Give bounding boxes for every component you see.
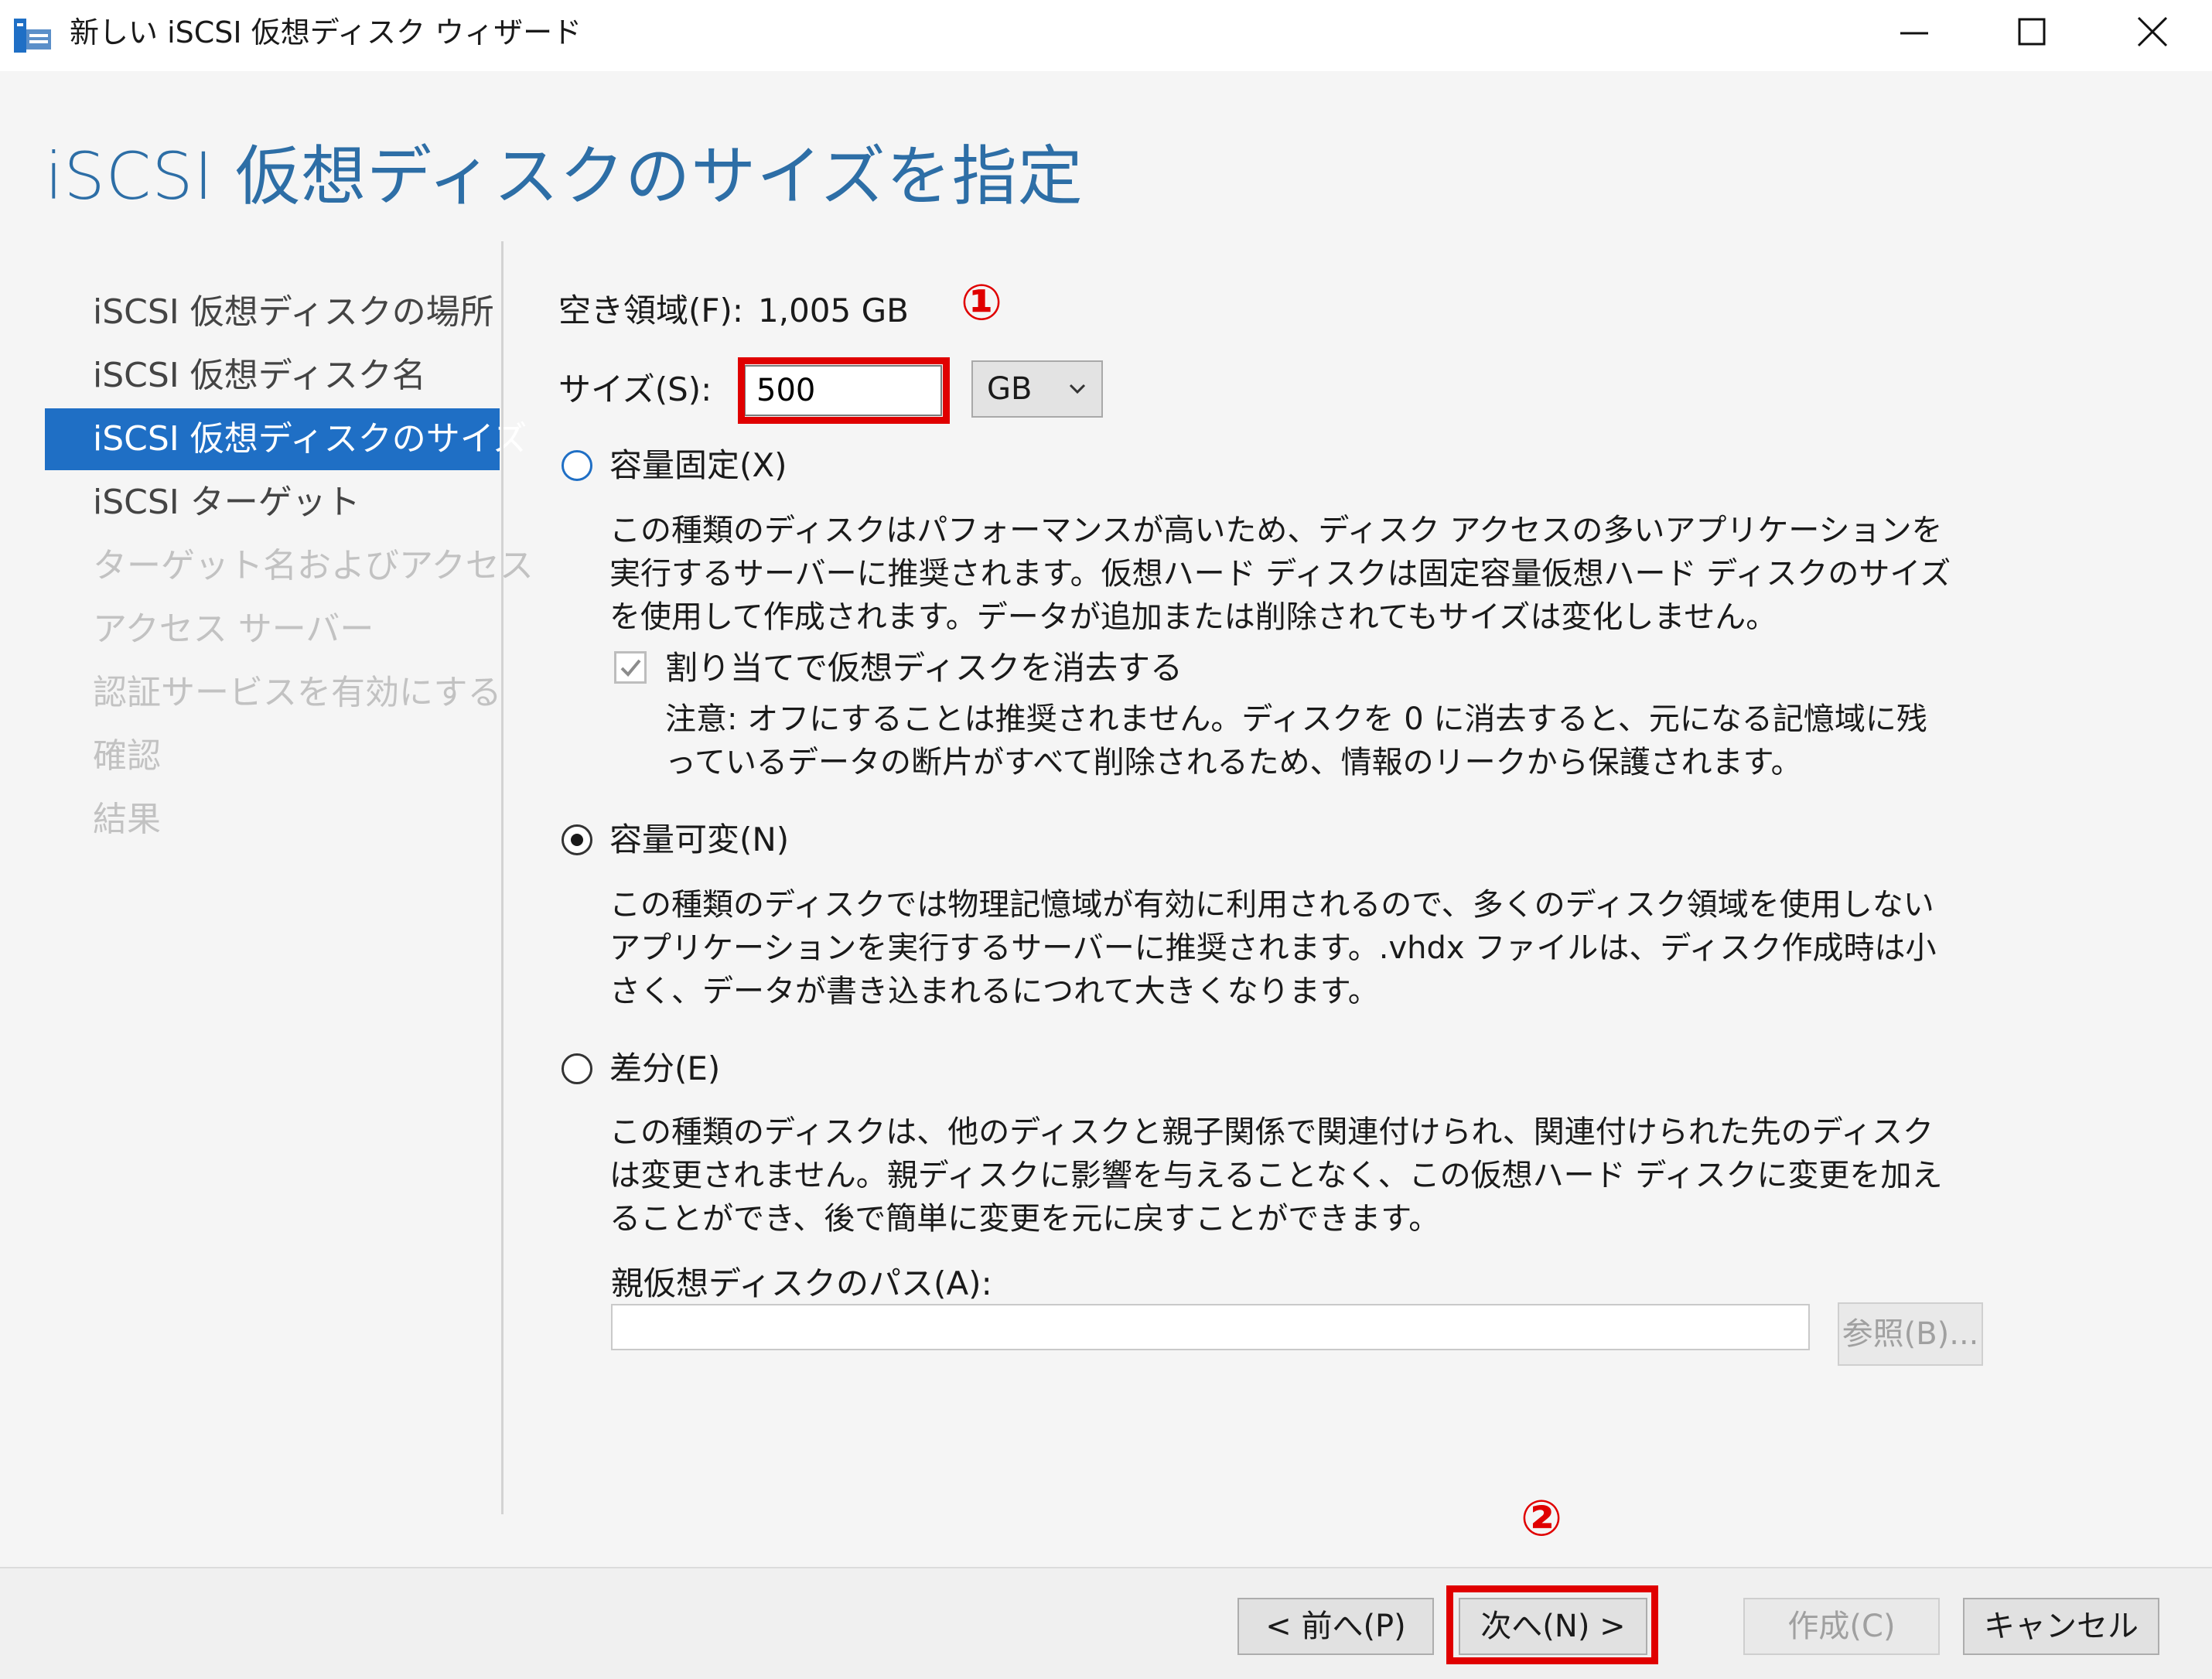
differencing-radio[interactable] xyxy=(562,1053,592,1084)
nav-item-target[interactable]: iSCSI ターゲット xyxy=(45,472,500,534)
create-button[interactable]: 作成(C) xyxy=(1743,1598,1940,1655)
window-title: 新しい iSCSI 仮想ディスク ウィザード xyxy=(70,15,582,49)
dynamic-size-label[interactable]: 容量可変(N) xyxy=(609,817,789,863)
page-title: iSCSI 仮想ディスクのサイズを指定 xyxy=(45,138,1084,214)
clear-disk-label[interactable]: 割り当てで仮想ディスクを消去する xyxy=(665,645,1183,691)
annotation-marker-1: ① xyxy=(961,275,1003,332)
maximize-button[interactable] xyxy=(1974,0,2090,63)
fixed-size-description: この種類のディスクはパフォーマンスが高いため、ディスク アクセスの多いアプリケー… xyxy=(609,513,1951,635)
differencing-label[interactable]: 差分(E) xyxy=(609,1046,720,1092)
fixed-size-radio[interactable] xyxy=(562,450,592,481)
differencing-description: この種類のディスクは、他のディスクと親子関係で関連付けられ、関連付けられた先のデ… xyxy=(609,1114,1943,1237)
free-space-label: 空き領域(F): xyxy=(558,292,744,329)
close-icon xyxy=(2137,16,2168,47)
title-bar: 新しい iSCSI 仮想ディスク ウィザード xyxy=(0,0,2212,71)
nav-item-result: 結果 xyxy=(93,800,161,839)
nav-item-target-name-access: ターゲット名およびアクセス xyxy=(93,546,534,585)
checkmark-icon xyxy=(620,659,641,677)
dynamic-size-description: この種類のディスクでは物理記憶域が有効に利用されるので、多くのディスク領域を使用… xyxy=(609,887,1937,1009)
cancel-button[interactable]: キャンセル xyxy=(1963,1598,2159,1655)
clear-disk-checkbox[interactable] xyxy=(614,651,647,684)
parent-path-label: 親仮想ディスクのパス(A): xyxy=(611,1264,992,1302)
unit-select[interactable]: GB xyxy=(971,360,1103,418)
nav-divider xyxy=(501,241,504,1514)
maximize-icon xyxy=(2018,18,2046,46)
prev-button[interactable]: < 前へ(P) xyxy=(1237,1598,1434,1655)
size-highlight-box xyxy=(738,357,950,424)
unit-select-value: GB xyxy=(987,371,1033,407)
wizard-app-icon xyxy=(14,19,51,53)
fixed-size-label[interactable]: 容量固定(X) xyxy=(609,442,787,489)
parent-path-input[interactable] xyxy=(611,1304,1810,1350)
minimize-icon xyxy=(1900,32,1928,35)
nav-item-location[interactable]: iSCSI 仮想ディスクの場所 xyxy=(45,282,500,343)
close-button[interactable] xyxy=(2094,0,2210,63)
radio-selected-dot xyxy=(571,834,583,846)
minimize-button[interactable] xyxy=(1856,0,1972,63)
nav-item-confirm: 確認 xyxy=(93,736,161,776)
nav-item-auth: 認証サービスを有効にする xyxy=(93,673,502,712)
nav-item-name[interactable]: iSCSI 仮想ディスク名 xyxy=(45,345,500,407)
nav-item-size[interactable]: iSCSI 仮想ディスクのサイズ xyxy=(45,408,527,470)
dynamic-size-radio[interactable] xyxy=(562,824,592,855)
clear-disk-note: 注意: オフにすることは推奨されません。ディスクを 0 に消去すると、元になる記… xyxy=(665,701,1927,780)
annotation-marker-2: ② xyxy=(1521,1490,1563,1548)
chevron-down-icon xyxy=(1069,384,1086,394)
size-label: サイズ(S): xyxy=(558,370,712,408)
nav-item-access-server: アクセス サーバー xyxy=(93,609,374,649)
free-space-value: 1,005 GB xyxy=(758,292,909,329)
browse-button[interactable]: 参照(B)... xyxy=(1838,1302,1983,1366)
next-highlight-box xyxy=(1446,1585,1658,1664)
